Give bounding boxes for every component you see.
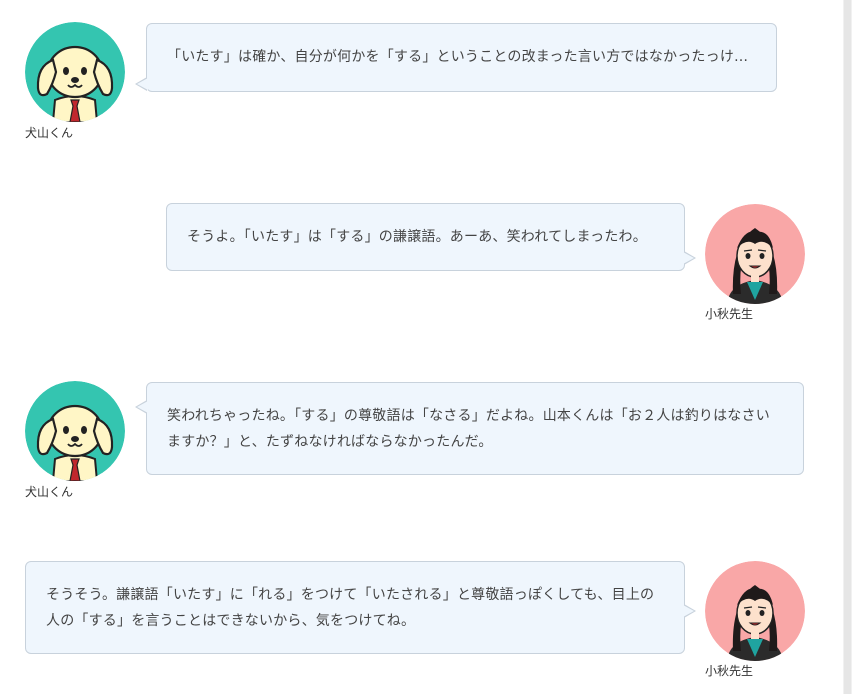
scrollbar-track[interactable]: [843, 0, 852, 694]
message-text: そうそう。謙譲語「いたす」に「れる」をつけて「いたされる」と尊敬語っぽくしても、…: [46, 587, 655, 629]
avatar-teacher: [705, 204, 805, 304]
message-text: 笑われちゃったね。「する」の尊敬語は「なさる」だよね。山本くんは「お２人は釣りは…: [167, 408, 770, 450]
message-text: そうよ。「いたす」は「する」の謙譲語。あーあ、笑われてしまったわ。: [187, 229, 647, 245]
teacher-character-icon: [705, 204, 805, 304]
dog-character-icon: [25, 22, 125, 122]
speech-bubble: 「いたす」は確か、自分が何かを「する」ということの改まった言い方ではなかったっけ…: [135, 23, 777, 92]
chat-message-3: 犬山くん 笑われちゃったね。「する」の尊敬語は「なさる」だよね。山本くんは「お２…: [0, 381, 843, 501]
scrollbar-thumb[interactable]: [844, 0, 851, 694]
teacher-character-icon: [705, 561, 805, 661]
avatar-teacher: [705, 561, 805, 661]
chat-message-2: そうよ。「いたす」は「する」の謙譲語。あーあ、笑われてしまったわ。 小秋先生: [0, 203, 843, 323]
speaker-name: 犬山くん: [25, 485, 74, 499]
speaker-name: 小秋先生: [705, 664, 754, 678]
dog-character-icon: [25, 381, 125, 481]
chat-message-4: そうそう。謙譲語「いたす」に「れる」をつけて「いたされる」と尊敬語っぽくしても、…: [0, 560, 843, 685]
speech-bubble: そうよ。「いたす」は「する」の謙譲語。あーあ、笑われてしまったわ。: [166, 203, 696, 271]
speech-bubble: そうそう。謙譲語「いたす」に「れる」をつけて「いたされる」と尊敬語っぽくしても、…: [25, 561, 696, 654]
avatar-dog: [25, 381, 125, 481]
speech-bubble: 笑われちゃったね。「する」の尊敬語は「なさる」だよね。山本くんは「お２人は釣りは…: [135, 382, 804, 475]
speaker-name: 小秋先生: [705, 307, 754, 321]
chat-message-1: 犬山くん 「いたす」は確か、自分が何かを「する」ということの改まった言い方ではな…: [0, 22, 843, 142]
message-text: 「いたす」は確か、自分が何かを「する」ということの改まった言い方ではなかったっけ…: [167, 49, 749, 65]
speaker-name: 犬山くん: [25, 126, 74, 140]
avatar-dog: [25, 22, 125, 122]
